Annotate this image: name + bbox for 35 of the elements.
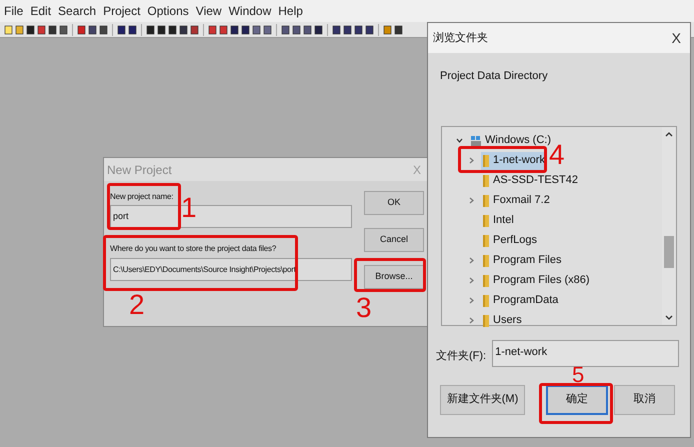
dialog-button[interactable]: 新建文件夹(M) [440, 384, 525, 414]
field-label: 文件夹(F): [436, 348, 486, 364]
menu-item[interactable]: Window [228, 2, 272, 20]
field-label: Where do you want to store the project data files? [110, 243, 278, 255]
step-number: 3 [356, 293, 372, 323]
tree-item[interactable]: 1-net-work [481, 152, 547, 170]
field-label: New project name: [110, 191, 174, 203]
dialog-button[interactable]: Browse... [364, 265, 424, 289]
tree-item[interactable]: ProgramData [481, 292, 560, 310]
step-number: 2 [129, 290, 145, 320]
window-title: New Project [107, 162, 172, 178]
menu-item[interactable]: Search [58, 2, 96, 20]
tree-item[interactable]: Foxmail 7.2 [481, 192, 552, 210]
tree-item[interactable]: Program Files [481, 252, 564, 270]
menu-item[interactable]: Project [103, 2, 140, 20]
dialog-button[interactable]: 确定 [546, 384, 608, 414]
input-field[interactable]: 1-net-work [492, 340, 680, 366]
tree-item[interactable]: AS-SSD-TEST42 [481, 172, 580, 190]
dialog-button[interactable]: 取消 [614, 384, 675, 414]
description-text: Project Data Directory [440, 69, 549, 84]
dialog-button[interactable]: Cancel [364, 228, 424, 252]
tree-item[interactable]: Program Files (x86) [481, 272, 592, 290]
tree-item[interactable]: Intel [481, 212, 516, 230]
close-button[interactable]: X [672, 28, 685, 48]
menu-item[interactable]: View [196, 2, 222, 20]
tree-item[interactable]: PerfLogs [481, 232, 540, 250]
step-number: 5 [572, 366, 584, 383]
menu-item[interactable]: Help [278, 2, 303, 20]
input-field[interactable]: C:\Users\EDY\Documents\Source Insight\Projects\port [110, 258, 352, 281]
tree-item[interactable]: Users [481, 312, 524, 330]
dialog-button[interactable]: OK [364, 191, 424, 215]
window-title: 浏览文件夹 [433, 30, 488, 46]
menu-item[interactable]: File [4, 2, 24, 20]
menu-item[interactable]: Options [147, 2, 189, 20]
menu-item[interactable]: Edit [30, 2, 52, 20]
